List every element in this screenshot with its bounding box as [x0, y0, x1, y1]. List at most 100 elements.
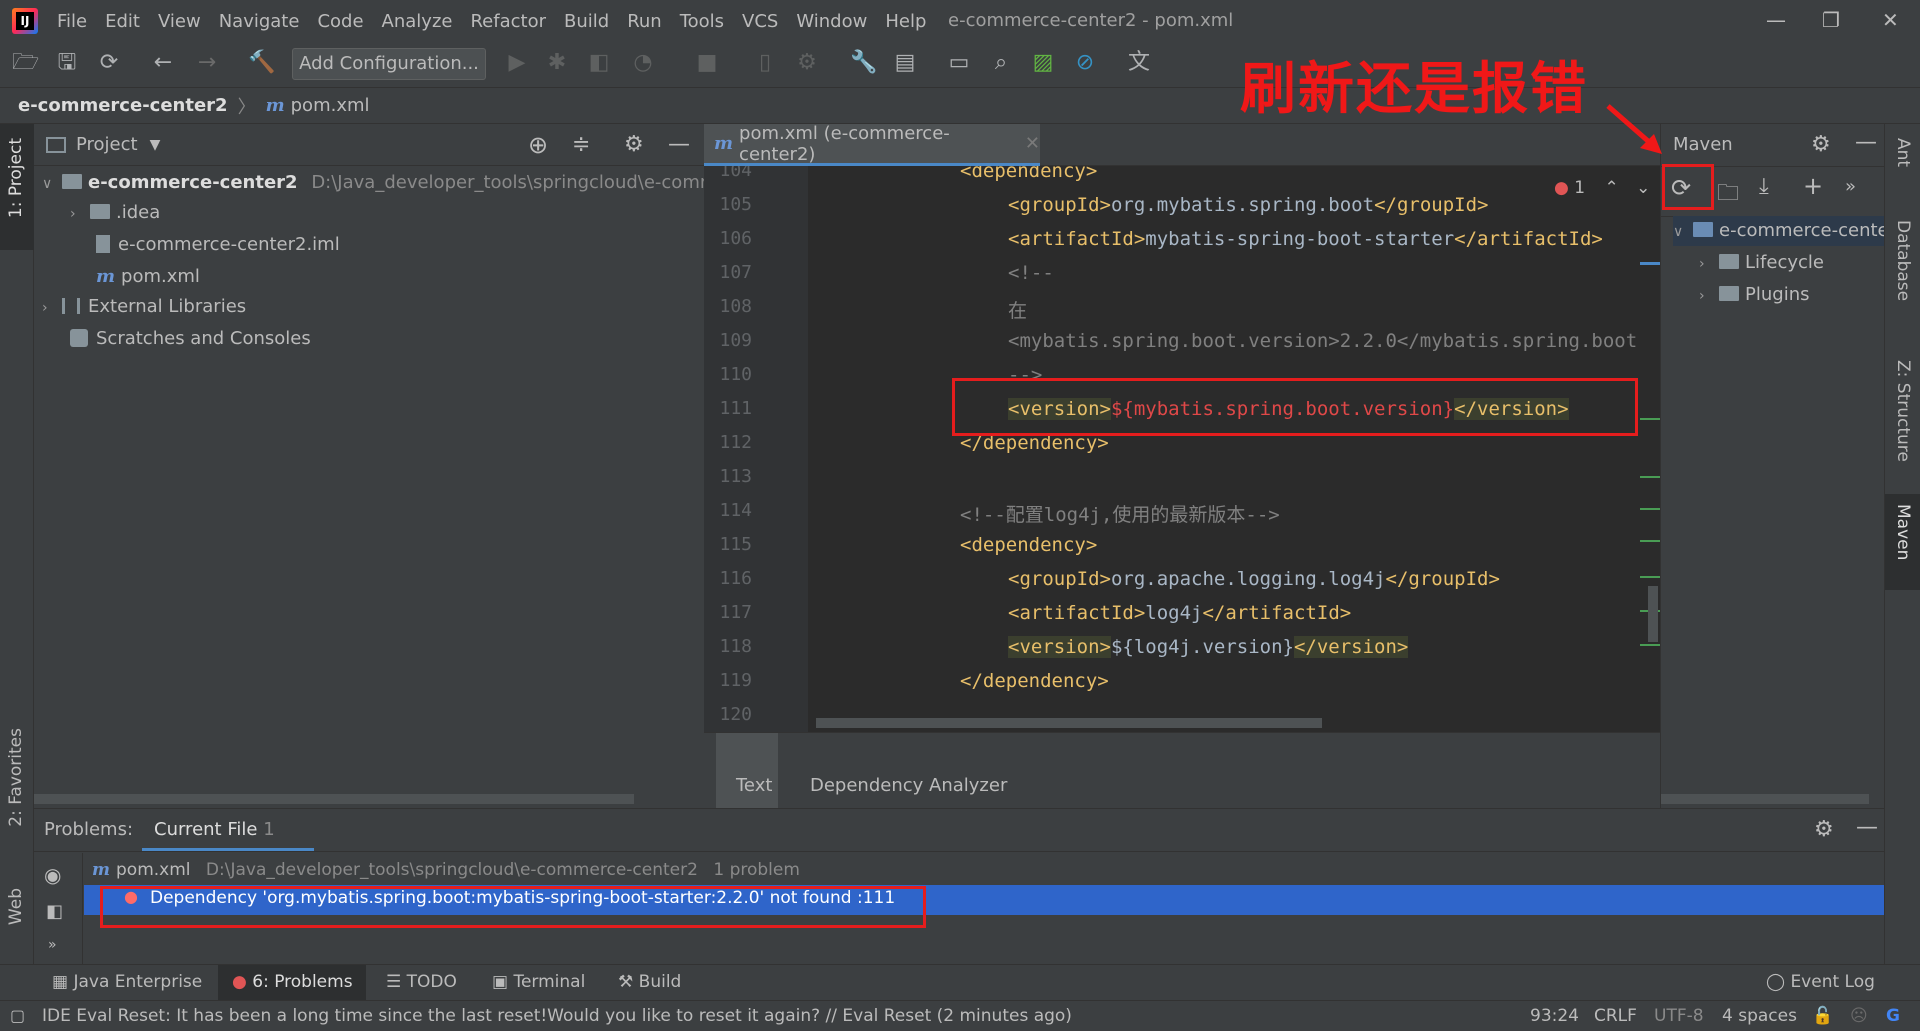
tab-dependency-analyzer[interactable]: Dependency Analyzer: [810, 775, 1007, 796]
tab-event-log[interactable]: ◯ Event Log: [1766, 972, 1875, 992]
project-panel-title[interactable]: Project: [76, 134, 138, 155]
tree-item-idea[interactable]: › .idea: [70, 198, 160, 228]
next-error-icon[interactable]: ⌄: [1636, 178, 1650, 198]
tree-item-external-libraries[interactable]: › External Libraries: [42, 292, 246, 322]
forward-icon[interactable]: →: [194, 50, 220, 76]
build-hammer-icon[interactable]: 🔨: [248, 50, 275, 76]
more-icon[interactable]: »: [48, 937, 57, 953]
menu-tools[interactable]: Tools: [671, 11, 733, 32]
indent-setting[interactable]: 4 spaces: [1722, 1001, 1797, 1031]
database-tool-tab[interactable]: Database: [1893, 220, 1913, 301]
file-encoding[interactable]: UTF-8: [1654, 1001, 1704, 1031]
caret-position[interactable]: 93:24: [1530, 1001, 1579, 1031]
profile-icon[interactable]: ◔: [630, 50, 656, 76]
back-icon[interactable]: ←: [150, 50, 176, 76]
chevron-right-icon[interactable]: ›: [70, 199, 90, 229]
stop-icon[interactable]: ■: [694, 50, 720, 76]
structure-tool-tab[interactable]: Z: Structure: [1893, 360, 1913, 462]
favorites-tool-tab[interactable]: 2: Favorites: [6, 728, 26, 827]
previous-error-icon[interactable]: ⌃: [1604, 178, 1618, 198]
attach-icon[interactable]: ⚙: [794, 50, 820, 76]
menu-vcs[interactable]: VCS: [733, 11, 787, 32]
minimize-icon[interactable]: —: [1766, 8, 1786, 32]
eye-icon[interactable]: ◉: [44, 863, 61, 887]
web-tool-tab[interactable]: Web: [6, 888, 26, 925]
error-indicator[interactable]: ● 1 ⌃ ⌄: [1554, 178, 1650, 198]
tree-item-pom[interactable]: m pom.xml: [96, 262, 200, 292]
tab-text[interactable]: Text: [736, 775, 772, 796]
close-window-icon[interactable]: ✕: [1882, 8, 1899, 32]
breadcrumb-project[interactable]: e-commerce-center2: [18, 95, 228, 116]
breadcrumb-file[interactable]: pom.xml: [291, 95, 370, 116]
menu-file[interactable]: File: [48, 11, 96, 32]
download-icon[interactable]: ⤓: [1759, 174, 1769, 199]
hide-panel-icon[interactable]: —: [1856, 815, 1878, 840]
maven-tree-root[interactable]: ∨e-commerce-center2: [1673, 216, 1885, 246]
maven-tree-lifecycle[interactable]: › Lifecycle: [1699, 248, 1824, 278]
maven-tree-plugins[interactable]: › Plugins: [1699, 280, 1809, 310]
code-editor[interactable]: 104 105 106 107 108 109 110 111 112 113 …: [704, 166, 1660, 732]
maven-horizontal-scrollbar[interactable]: [1661, 794, 1869, 804]
search-icon[interactable]: ⌕: [988, 50, 1014, 76]
menu-window[interactable]: Window: [787, 11, 876, 32]
line-separator[interactable]: CRLF: [1594, 1001, 1637, 1031]
generate-sources-icon[interactable]: 🗀: [1717, 176, 1739, 214]
gear-icon[interactable]: ⚙: [1811, 132, 1831, 157]
power-save-icon[interactable]: ⊘: [1072, 50, 1098, 76]
gear-icon[interactable]: ⚙: [624, 132, 644, 157]
locate-icon[interactable]: ⊕: [528, 131, 548, 159]
tree-root[interactable]: ∨ e-commerce-center2 D:\Java_developer_to…: [42, 168, 756, 198]
tab-problems[interactable]: ● 6: Problems: [232, 972, 353, 992]
menu-build[interactable]: Build: [555, 11, 618, 32]
lock-icon[interactable]: 🔓: [1812, 1001, 1833, 1031]
status-message[interactable]: IDE Eval Reset: It has been a long time …: [42, 1001, 1072, 1031]
menu-edit[interactable]: Edit: [96, 11, 149, 32]
translate-icon[interactable]: 文: [1126, 50, 1152, 76]
tab-terminal[interactable]: ▣ Terminal: [492, 972, 585, 992]
chevron-down-icon[interactable]: ▼: [150, 137, 161, 153]
more-icon[interactable]: »: [1845, 176, 1856, 197]
coverage-icon[interactable]: ◧: [586, 50, 612, 76]
project-structure-icon[interactable]: ▤: [892, 50, 918, 76]
chevron-right-icon[interactable]: ›: [1699, 249, 1719, 279]
sync-icon[interactable]: ⟳: [96, 50, 122, 76]
tab-todo[interactable]: ☰ TODO: [386, 972, 457, 992]
menu-view[interactable]: View: [149, 11, 210, 32]
debug-icon[interactable]: ✱: [544, 50, 570, 76]
preview-icon[interactable]: ◧: [46, 901, 63, 922]
wrench-icon[interactable]: 🔧: [850, 50, 877, 76]
vertical-scrollbar[interactable]: [1648, 586, 1658, 642]
tree-item-iml[interactable]: e-commerce-center2.iml: [96, 230, 340, 260]
tab-current-file[interactable]: Current File 1: [142, 809, 314, 851]
tree-item-scratches[interactable]: Scratches and Consoles: [70, 324, 311, 354]
maven-tool-tab[interactable]: Maven: [1893, 504, 1913, 560]
menu-refactor[interactable]: Refactor: [461, 11, 555, 32]
open-folder-icon[interactable]: 🗁: [12, 50, 39, 76]
run-icon[interactable]: ▶: [504, 50, 530, 76]
close-tab-icon[interactable]: ✕: [1025, 133, 1040, 154]
chevron-right-icon[interactable]: ›: [42, 293, 62, 323]
save-icon[interactable]: 🖫: [54, 50, 80, 76]
menu-navigate[interactable]: Navigate: [210, 11, 309, 32]
hide-panel-icon[interactable]: —: [668, 132, 690, 157]
device-icon[interactable]: ▯: [752, 50, 778, 76]
menu-analyze[interactable]: Analyze: [373, 11, 462, 32]
inspector-icon[interactable]: ☹: [1850, 1001, 1868, 1031]
status-toggle-icon[interactable]: ▢: [10, 1001, 25, 1031]
horizontal-scrollbar[interactable]: [34, 794, 634, 804]
chevron-down-icon[interactable]: ∨: [1673, 217, 1693, 246]
monitor-icon[interactable]: ▨: [1030, 50, 1056, 76]
hide-panel-icon[interactable]: —: [1855, 130, 1877, 155]
problem-file-row[interactable]: m pom.xml D:\Java_developer_tools\springc…: [92, 855, 800, 885]
menu-run[interactable]: Run: [618, 11, 671, 32]
chevron-right-icon[interactable]: ›: [1699, 281, 1719, 311]
ant-tool-tab[interactable]: Ant: [1893, 138, 1913, 167]
tab-pom-xml[interactable]: m pom.xml (e-commerce-center2) ✕: [704, 123, 1040, 166]
menu-help[interactable]: Help: [876, 11, 935, 32]
project-tool-tab[interactable]: 1: Project: [6, 138, 26, 218]
gear-icon[interactable]: ⚙: [1814, 817, 1834, 842]
menu-code[interactable]: Code: [308, 11, 372, 32]
add-configuration-button[interactable]: Add Configuration...: [292, 48, 486, 80]
tab-java-enterprise[interactable]: ▦ Java Enterprise: [52, 972, 202, 992]
editor-horizontal-scrollbar[interactable]: [816, 718, 1322, 728]
